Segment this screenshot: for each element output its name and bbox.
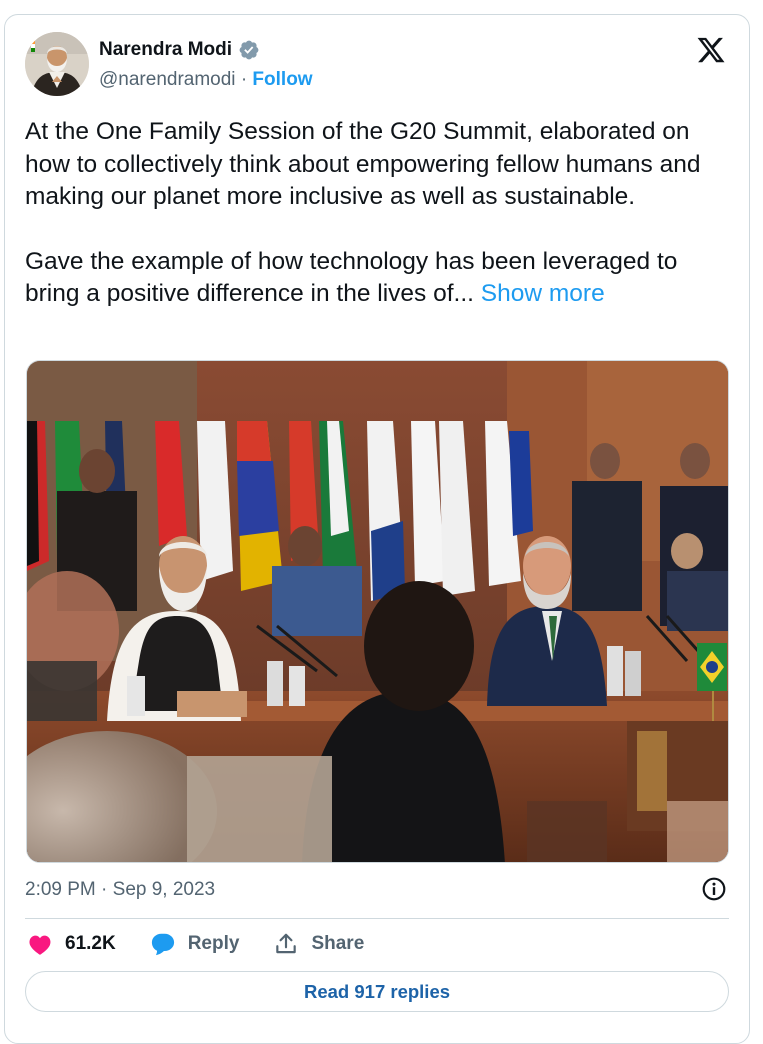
read-replies-button[interactable]: Read 917 replies — [25, 971, 729, 1012]
share-upload-icon — [276, 933, 297, 954]
info-icon[interactable] — [701, 876, 727, 902]
avatar[interactable] — [25, 32, 89, 96]
tweet-text: At the One Family Session of the G20 Sum… — [25, 116, 725, 311]
divider — [25, 918, 729, 919]
reply-bubble-icon — [151, 933, 174, 956]
reply-button[interactable]: Reply — [150, 931, 240, 957]
handle-row: @narendramodi · Follow — [99, 69, 313, 91]
tweet-paragraph-1: At the One Family Session of the G20 Sum… — [25, 118, 701, 210]
follow-button[interactable]: Follow — [252, 69, 312, 90]
show-more-link[interactable]: Show more — [481, 280, 605, 307]
author-name[interactable]: Narendra Modi — [99, 39, 232, 61]
author-handle[interactable]: @narendramodi — [99, 69, 236, 90]
share-label: Share — [311, 933, 365, 954]
g20-summit-photo — [27, 361, 728, 862]
share-button[interactable]: Share — [273, 931, 364, 957]
likes-count: 61.2K — [65, 933, 116, 954]
handle-separator: · — [240, 69, 248, 90]
author-name-row: Narendra Modi — [99, 39, 260, 61]
heart-icon — [29, 935, 51, 955]
reply-label: Reply — [187, 933, 240, 954]
like-button[interactable]: 61.2K — [27, 931, 116, 957]
tweet-paragraph-2: Gave the example of how technology has b… — [25, 246, 725, 311]
tweet-timestamp[interactable]: 2:09 PM · Sep 9, 2023 — [25, 879, 215, 901]
verified-badge-icon — [239, 40, 259, 60]
tweet-card: Narendra Modi @narendramodi · Follow At … — [4, 14, 750, 1044]
tweet-actions: 61.2K Reply Share — [27, 931, 398, 957]
avatar-image — [25, 32, 89, 96]
tweet-photo[interactable] — [26, 360, 729, 863]
x-logo-icon[interactable] — [695, 35, 727, 65]
